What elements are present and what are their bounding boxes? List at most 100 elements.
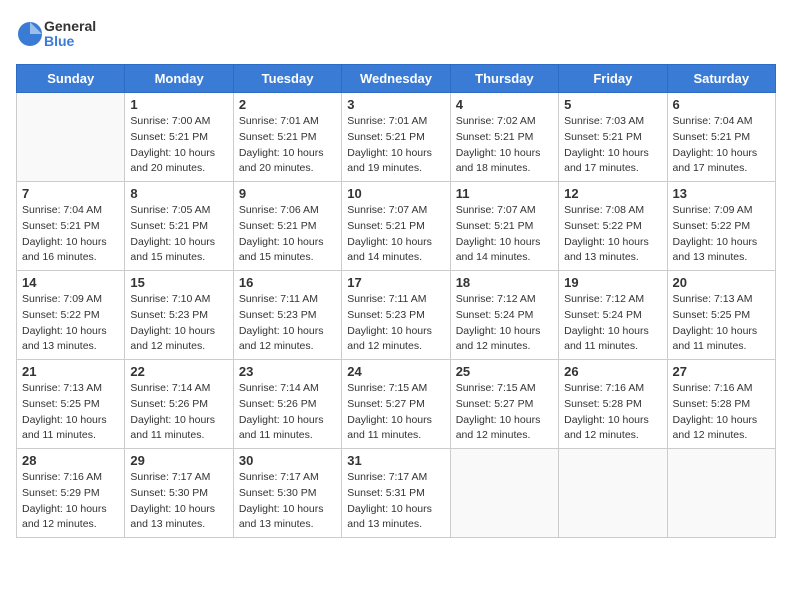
day-info: Sunrise: 7:08 AMSunset: 5:22 PMDaylight:… xyxy=(564,203,661,266)
day-number: 20 xyxy=(673,275,770,290)
day-number: 23 xyxy=(239,364,336,379)
calendar-day-cell xyxy=(450,449,558,538)
day-number: 1 xyxy=(130,97,227,112)
day-number: 21 xyxy=(22,364,119,379)
calendar-week-row: 14 Sunrise: 7:09 AMSunset: 5:22 PMDayligh… xyxy=(17,271,776,360)
day-number: 9 xyxy=(239,186,336,201)
calendar-weekday-header: Saturday xyxy=(667,65,775,93)
day-info: Sunrise: 7:11 AMSunset: 5:23 PMDaylight:… xyxy=(239,292,336,355)
day-info: Sunrise: 7:05 AMSunset: 5:21 PMDaylight:… xyxy=(130,203,227,266)
day-info: Sunrise: 7:13 AMSunset: 5:25 PMDaylight:… xyxy=(22,381,119,444)
day-info: Sunrise: 7:02 AMSunset: 5:21 PMDaylight:… xyxy=(456,114,553,177)
day-info: Sunrise: 7:04 AMSunset: 5:21 PMDaylight:… xyxy=(22,203,119,266)
day-info: Sunrise: 7:14 AMSunset: 5:26 PMDaylight:… xyxy=(239,381,336,444)
day-number: 30 xyxy=(239,453,336,468)
day-number: 18 xyxy=(456,275,553,290)
day-number: 19 xyxy=(564,275,661,290)
calendar-day-cell: 27 Sunrise: 7:16 AMSunset: 5:28 PMDayligh… xyxy=(667,360,775,449)
day-number: 26 xyxy=(564,364,661,379)
day-info: Sunrise: 7:17 AMSunset: 5:30 PMDaylight:… xyxy=(239,470,336,533)
calendar-day-cell: 19 Sunrise: 7:12 AMSunset: 5:24 PMDayligh… xyxy=(559,271,667,360)
calendar-weekday-header: Monday xyxy=(125,65,233,93)
calendar-day-cell: 2 Sunrise: 7:01 AMSunset: 5:21 PMDaylight… xyxy=(233,93,341,182)
day-number: 12 xyxy=(564,186,661,201)
calendar-day-cell: 26 Sunrise: 7:16 AMSunset: 5:28 PMDayligh… xyxy=(559,360,667,449)
day-number: 28 xyxy=(22,453,119,468)
calendar-day-cell: 11 Sunrise: 7:07 AMSunset: 5:21 PMDayligh… xyxy=(450,182,558,271)
day-info: Sunrise: 7:07 AMSunset: 5:21 PMDaylight:… xyxy=(456,203,553,266)
svg-text:Blue: Blue xyxy=(44,33,75,49)
calendar-week-row: 7 Sunrise: 7:04 AMSunset: 5:21 PMDaylight… xyxy=(17,182,776,271)
calendar-week-row: 21 Sunrise: 7:13 AMSunset: 5:25 PMDayligh… xyxy=(17,360,776,449)
calendar-weekday-header: Thursday xyxy=(450,65,558,93)
day-info: Sunrise: 7:16 AMSunset: 5:29 PMDaylight:… xyxy=(22,470,119,533)
day-info: Sunrise: 7:01 AMSunset: 5:21 PMDaylight:… xyxy=(347,114,444,177)
day-number: 8 xyxy=(130,186,227,201)
calendar-header-row: SundayMondayTuesdayWednesdayThursdayFrid… xyxy=(17,65,776,93)
calendar-day-cell: 28 Sunrise: 7:16 AMSunset: 5:29 PMDayligh… xyxy=(17,449,125,538)
day-number: 22 xyxy=(130,364,227,379)
calendar-day-cell: 15 Sunrise: 7:10 AMSunset: 5:23 PMDayligh… xyxy=(125,271,233,360)
day-number: 29 xyxy=(130,453,227,468)
calendar-day-cell: 20 Sunrise: 7:13 AMSunset: 5:25 PMDayligh… xyxy=(667,271,775,360)
day-info: Sunrise: 7:09 AMSunset: 5:22 PMDaylight:… xyxy=(22,292,119,355)
calendar-day-cell: 18 Sunrise: 7:12 AMSunset: 5:24 PMDayligh… xyxy=(450,271,558,360)
day-number: 24 xyxy=(347,364,444,379)
day-number: 27 xyxy=(673,364,770,379)
day-info: Sunrise: 7:07 AMSunset: 5:21 PMDaylight:… xyxy=(347,203,444,266)
day-number: 25 xyxy=(456,364,553,379)
day-number: 6 xyxy=(673,97,770,112)
calendar-day-cell: 31Sunrise: 7:17 AMSunset: 5:31 PMDayligh… xyxy=(342,449,450,538)
day-info: Sunrise: 7:14 AMSunset: 5:26 PMDaylight:… xyxy=(130,381,227,444)
calendar-day-cell: 24 Sunrise: 7:15 AMSunset: 5:27 PMDayligh… xyxy=(342,360,450,449)
calendar-day-cell xyxy=(559,449,667,538)
calendar-weekday-header: Tuesday xyxy=(233,65,341,93)
day-number: 2 xyxy=(239,97,336,112)
day-number: 31 xyxy=(347,453,444,468)
svg-text:General: General xyxy=(44,18,96,34)
day-info: Sunrise: 7:06 AMSunset: 5:21 PMDaylight:… xyxy=(239,203,336,266)
day-info: Sunrise: 7:16 AMSunset: 5:28 PMDaylight:… xyxy=(673,381,770,444)
day-info: Sunrise: 7:10 AMSunset: 5:23 PMDaylight:… xyxy=(130,292,227,355)
day-info: Sunrise: 7:17 AMSunset: 5:30 PMDaylight:… xyxy=(130,470,227,533)
day-info: Sunrise: 7:00 AMSunset: 5:21 PMDaylight:… xyxy=(130,114,227,177)
calendar-day-cell: 4Sunrise: 7:02 AMSunset: 5:21 PMDaylight… xyxy=(450,93,558,182)
day-number: 16 xyxy=(239,275,336,290)
logo-svg: GeneralBlue xyxy=(16,16,96,52)
day-number: 10 xyxy=(347,186,444,201)
calendar-day-cell: 1 Sunrise: 7:00 AMSunset: 5:21 PMDaylight… xyxy=(125,93,233,182)
calendar-weekday-header: Wednesday xyxy=(342,65,450,93)
logo: GeneralBlue xyxy=(16,16,96,52)
day-number: 11 xyxy=(456,186,553,201)
day-info: Sunrise: 7:12 AMSunset: 5:24 PMDaylight:… xyxy=(564,292,661,355)
calendar-day-cell: 25Sunrise: 7:15 AMSunset: 5:27 PMDayligh… xyxy=(450,360,558,449)
page-header: GeneralBlue xyxy=(16,16,776,52)
day-info: Sunrise: 7:04 AMSunset: 5:21 PMDaylight:… xyxy=(673,114,770,177)
calendar-day-cell: 7 Sunrise: 7:04 AMSunset: 5:21 PMDaylight… xyxy=(17,182,125,271)
day-number: 14 xyxy=(22,275,119,290)
calendar-week-row: 28 Sunrise: 7:16 AMSunset: 5:29 PMDayligh… xyxy=(17,449,776,538)
calendar-weekday-header: Friday xyxy=(559,65,667,93)
day-info: Sunrise: 7:01 AMSunset: 5:21 PMDaylight:… xyxy=(239,114,336,177)
calendar-day-cell: 21 Sunrise: 7:13 AMSunset: 5:25 PMDayligh… xyxy=(17,360,125,449)
day-info: Sunrise: 7:12 AMSunset: 5:24 PMDaylight:… xyxy=(456,292,553,355)
calendar-day-cell: 10 Sunrise: 7:07 AMSunset: 5:21 PMDayligh… xyxy=(342,182,450,271)
day-number: 15 xyxy=(130,275,227,290)
calendar-day-cell: 16 Sunrise: 7:11 AMSunset: 5:23 PMDayligh… xyxy=(233,271,341,360)
calendar-week-row: 1 Sunrise: 7:00 AMSunset: 5:21 PMDaylight… xyxy=(17,93,776,182)
calendar-day-cell: 17Sunrise: 7:11 AMSunset: 5:23 PMDayligh… xyxy=(342,271,450,360)
calendar-weekday-header: Sunday xyxy=(17,65,125,93)
calendar-day-cell: 23 Sunrise: 7:14 AMSunset: 5:26 PMDayligh… xyxy=(233,360,341,449)
day-info: Sunrise: 7:15 AMSunset: 5:27 PMDaylight:… xyxy=(347,381,444,444)
calendar-day-cell: 3 Sunrise: 7:01 AMSunset: 5:21 PMDaylight… xyxy=(342,93,450,182)
calendar-day-cell xyxy=(17,93,125,182)
calendar-day-cell: 14 Sunrise: 7:09 AMSunset: 5:22 PMDayligh… xyxy=(17,271,125,360)
calendar-day-cell: 12 Sunrise: 7:08 AMSunset: 5:22 PMDayligh… xyxy=(559,182,667,271)
day-number: 3 xyxy=(347,97,444,112)
day-info: Sunrise: 7:16 AMSunset: 5:28 PMDaylight:… xyxy=(564,381,661,444)
day-number: 5 xyxy=(564,97,661,112)
day-info: Sunrise: 7:13 AMSunset: 5:25 PMDaylight:… xyxy=(673,292,770,355)
day-number: 7 xyxy=(22,186,119,201)
day-number: 13 xyxy=(673,186,770,201)
calendar-day-cell: 8 Sunrise: 7:05 AMSunset: 5:21 PMDaylight… xyxy=(125,182,233,271)
